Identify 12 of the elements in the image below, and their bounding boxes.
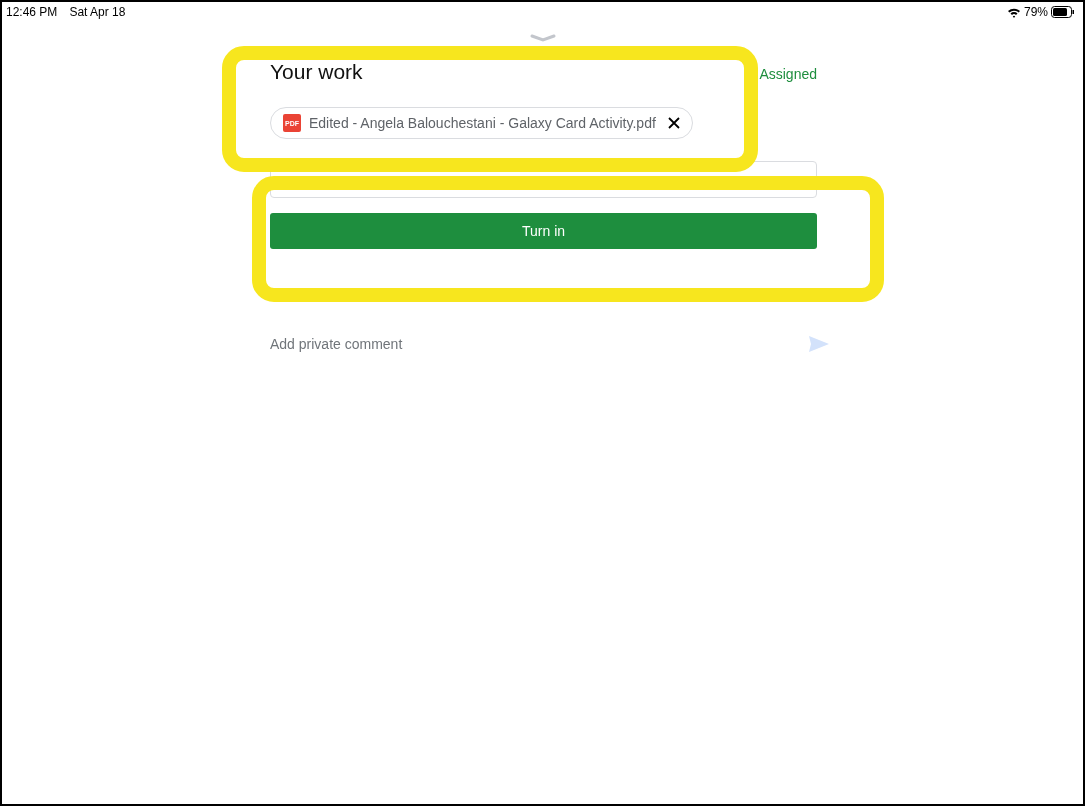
status-label: Assigned xyxy=(759,66,817,82)
battery-percent: 79% xyxy=(1023,5,1048,19)
wifi-icon xyxy=(1006,6,1021,18)
send-icon[interactable] xyxy=(808,335,830,353)
turn-in-button[interactable]: Turn in xyxy=(270,213,817,249)
section-title: Your work xyxy=(270,60,363,84)
attachment-name: Edited - Angela Balouchestani - Galaxy Card Activity.pdf xyxy=(309,115,656,131)
status-time: 12:46 PM xyxy=(6,5,58,19)
battery-icon xyxy=(1051,6,1075,18)
close-icon[interactable] xyxy=(667,117,680,129)
chevron-down-icon[interactable] xyxy=(529,34,556,42)
status-date: Sat Apr 18 xyxy=(69,5,126,19)
